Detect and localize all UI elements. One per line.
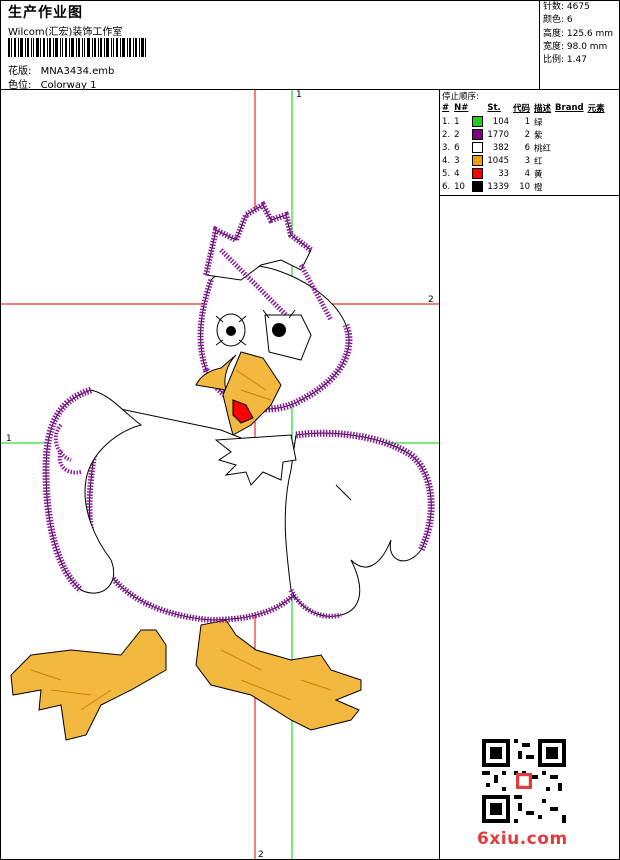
guide-label-right: 2 (428, 295, 434, 305)
guide-label-top: 1 (296, 90, 302, 100)
col-element: 元素 (587, 104, 605, 114)
row-index: 1. (442, 116, 451, 127)
row-element (587, 167, 608, 180)
watermark-text: 6xiu.com (477, 829, 568, 849)
row-description: 橙 (534, 182, 543, 193)
row-brand (554, 115, 587, 128)
row-swatch (471, 141, 486, 154)
row-code: 1 (524, 116, 531, 127)
color-swatch (472, 168, 484, 179)
row-stitches: 1045 (487, 155, 510, 166)
right-wing (284, 429, 435, 619)
col-code: 代码 (513, 104, 531, 114)
row-index: 5. (442, 168, 451, 179)
row-code: 2 (524, 129, 531, 140)
color-swatch (472, 129, 484, 140)
col-brand: Brand (555, 103, 584, 113)
left-foot (10, 629, 167, 741)
row-needle: 6 (454, 142, 460, 153)
row-stitches: 382 (492, 142, 510, 153)
row-brand (554, 167, 587, 180)
col-description: 描述 (534, 104, 552, 114)
design-file-line: 花版: MNA3434.emb (8, 62, 114, 77)
color-stop-row: 6. 10 1339 10 橙 (441, 180, 608, 193)
row-code: 10 (519, 181, 531, 192)
color-stop-row: 2. 2 1770 2 紫 (441, 128, 608, 141)
row-needle: 2 (454, 129, 460, 140)
row-swatch (471, 180, 486, 193)
row-description: 紫 (534, 130, 543, 141)
panel-divider (439, 89, 440, 859)
production-sheet: 生产作业图 Wilcom(汇宏)装饰工作室 花版: MNA3434.emb 色位… (0, 0, 620, 860)
row-needle: 10 (454, 181, 465, 192)
design-height: 高度: 125.6 mm (543, 28, 614, 39)
row-element (587, 115, 608, 128)
row-element (587, 128, 608, 141)
color-stop-table: # N# St. 代码 描述 Brand 元素 1. 1 104 1 绿 2. 2 1770 2… (441, 102, 608, 193)
row-swatch (471, 154, 486, 167)
row-brand (554, 128, 587, 141)
color-stop-panel: 停止顺序: # N# St. 代码 描述 Brand 元素 1. 1 104 1 绿 2.… (439, 89, 619, 196)
row-element (587, 154, 608, 167)
stitch-count: 针数: 4675 (543, 2, 590, 12)
row-description: 黄 (534, 169, 543, 180)
row-element (587, 180, 608, 193)
company-name: Wilcom(汇宏)装饰工作室 (8, 27, 123, 38)
design-width: 宽度: 98.0 mm (543, 41, 608, 52)
color-swatch (472, 155, 484, 166)
row-swatch (471, 115, 486, 128)
row-needle: 4 (454, 168, 460, 179)
guide-label-bottom: 2 (258, 850, 264, 859)
row-brand (554, 180, 587, 193)
qr-code (482, 739, 566, 823)
row-swatch (471, 128, 486, 141)
row-description: 桃红 (534, 143, 552, 154)
row-brand (554, 141, 587, 154)
color-count: 颜色: 6 (543, 15, 573, 26)
row-stitches: 33 (498, 168, 510, 179)
color-stop-row: 5. 4 33 4 黄 (441, 167, 608, 180)
scale-ratio: 比例: 1.47 (543, 55, 587, 66)
row-element (587, 141, 608, 154)
row-index: 6. (442, 181, 451, 192)
row-code: 4 (524, 168, 531, 179)
row-index: 4. (442, 155, 451, 166)
col-needle: N# (454, 103, 469, 113)
color-stop-row: 4. 3 1045 3 红 (441, 154, 608, 167)
color-stop-title: 停止顺序: (442, 92, 479, 102)
color-stop-row: 1. 1 104 1 绿 (441, 115, 608, 128)
right-foot (195, 619, 362, 731)
stats-panel: 针数: 4675 颜色: 6 高度: 125.6 mm 宽度: 98.0 mm … (539, 1, 620, 89)
guide-label-left: 1 (6, 434, 12, 444)
embroidery-design-canvas: 1 2 1 2 (1, 90, 439, 859)
color-swatch (472, 142, 484, 153)
row-swatch (471, 167, 486, 180)
row-index: 3. (442, 142, 451, 153)
row-needle: 3 (454, 155, 460, 166)
row-stitches: 1770 (487, 129, 510, 140)
row-stitches: 1339 (487, 181, 510, 192)
row-stitches: 104 (492, 116, 510, 127)
col-stitches: St. (487, 103, 501, 113)
col-swatch (471, 102, 486, 115)
color-swatch (472, 181, 484, 192)
sheet-title: 生产作业图 (8, 5, 83, 21)
row-code: 3 (524, 155, 531, 166)
row-description: 绿 (534, 117, 543, 128)
row-needle: 1 (454, 116, 460, 127)
row-brand (554, 154, 587, 167)
row-code: 6 (524, 142, 531, 153)
row-index: 2. (442, 129, 451, 140)
sheet-header: 生产作业图 Wilcom(汇宏)装饰工作室 花版: MNA3434.emb 色位… (5, 1, 539, 91)
row-description: 红 (534, 156, 543, 167)
color-swatch (472, 116, 484, 127)
color-stop-header-row: # N# St. 代码 描述 Brand 元素 (441, 102, 608, 115)
col-index: # (442, 103, 450, 113)
color-stop-row: 3. 6 382 6 桃红 (441, 141, 608, 154)
barcode (8, 38, 146, 57)
